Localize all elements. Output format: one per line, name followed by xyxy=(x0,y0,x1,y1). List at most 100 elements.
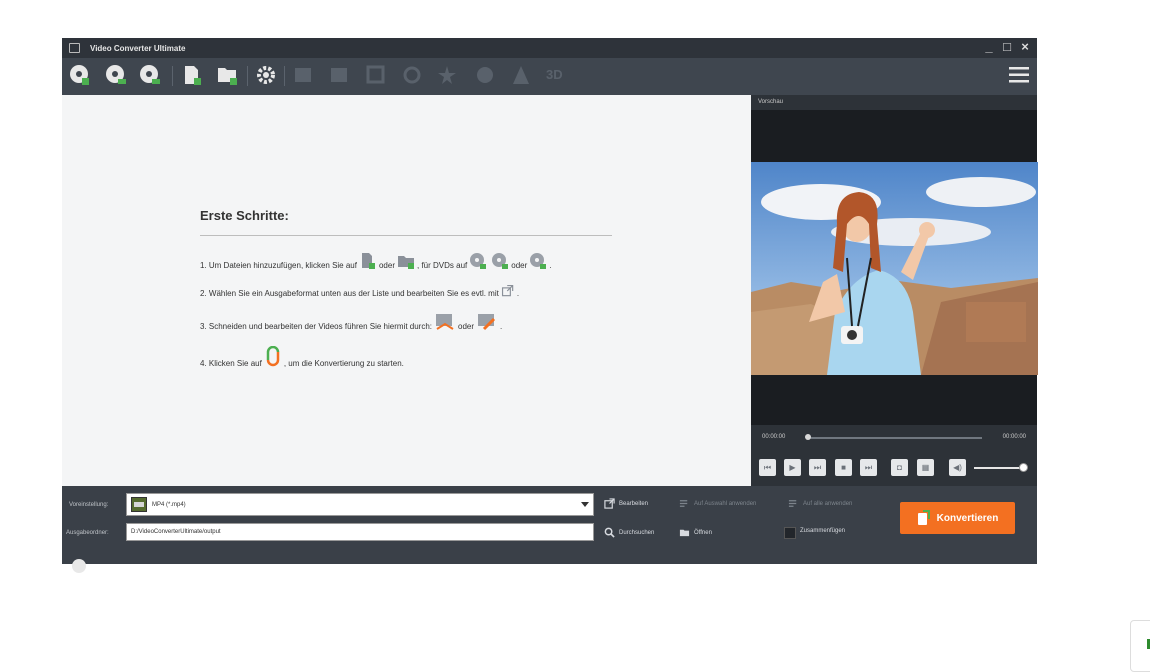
app-window: Video Converter Ultimate _ □ × 3D Erste … xyxy=(62,38,1038,573)
clip-icon xyxy=(436,314,454,330)
play-icon: ▶ xyxy=(789,463,796,472)
crop-icon xyxy=(366,65,385,84)
toolbar-separator xyxy=(247,66,248,86)
playback-progress[interactable]: 00:00:00 00:00:00 xyxy=(751,427,1037,447)
seek-bar[interactable] xyxy=(807,437,982,439)
toolbar-separator xyxy=(284,66,285,86)
apply-all-label: Auf alle anwenden xyxy=(803,500,853,507)
preview-photo xyxy=(751,162,1038,375)
previous-button[interactable]: ⏮ xyxy=(759,459,776,476)
merge-checkbox[interactable] xyxy=(784,527,796,539)
app-icon xyxy=(69,43,80,53)
convert-icon xyxy=(266,346,280,367)
next-frame-button[interactable]: ⏭ xyxy=(809,459,826,476)
preset-dropdown[interactable]: MP4 (*.mp4) xyxy=(126,493,594,516)
play-button[interactable]: ▶ xyxy=(784,459,801,476)
watermark-icon xyxy=(477,67,493,83)
merge-label-text: Zusammenfügen xyxy=(800,528,846,534)
mp4-format-icon xyxy=(131,497,147,512)
volume-button[interactable]: ◀) xyxy=(949,459,966,476)
folder-icon: ▦ xyxy=(921,463,930,472)
volume-handle[interactable] xyxy=(1018,463,1028,472)
toolbar-separator xyxy=(172,66,173,86)
load-dvd-folder-button[interactable] xyxy=(104,63,128,87)
step-4-text: 4. Klicken Sie auf xyxy=(200,359,262,368)
total-time: 00:00:00 xyxy=(1002,434,1026,440)
add-file-button[interactable] xyxy=(180,63,204,87)
preview-image xyxy=(751,162,1038,375)
settings-gear-icon xyxy=(257,66,275,84)
merge-label: Zusammenfügen xyxy=(800,528,845,534)
minimize-button[interactable]: _ xyxy=(983,40,995,54)
rotate-button xyxy=(400,63,424,87)
frame-step-icon: ⏭ xyxy=(813,463,822,472)
add-folder-icon xyxy=(218,68,237,85)
search-icon xyxy=(604,527,615,538)
playback-controls: ⏮ ▶ ⏭ ■ ⏭ ◘ ▦ ◀) xyxy=(751,457,1037,479)
text-button xyxy=(509,63,533,87)
status-indicator xyxy=(72,559,86,573)
browse-button[interactable]: Durchsuchen xyxy=(604,527,654,538)
maximize-button[interactable]: □ xyxy=(1001,40,1013,54)
step-1-or-2: oder xyxy=(511,261,528,270)
apply-selected-button[interactable]: Auf Auswahl anwenden xyxy=(679,498,756,509)
output-folder-field[interactable]: D:/VideoConverterUltimate/output xyxy=(126,523,594,541)
edit-icon xyxy=(331,68,347,82)
floating-widget[interactable] xyxy=(1130,620,1150,672)
preview-label: Vorschau xyxy=(758,99,784,105)
current-time: 00:00:00 xyxy=(762,434,786,440)
step-1-or: oder xyxy=(378,261,395,270)
divider xyxy=(200,235,612,236)
main-toolbar: 3D xyxy=(62,58,1037,95)
getting-started-title: Erste Schritte: xyxy=(200,208,289,223)
watermark-button xyxy=(473,63,497,87)
open-folder-button[interactable]: Öffnen xyxy=(679,527,712,538)
add-file-icon xyxy=(361,253,375,269)
getting-started: Erste Schritte: 1. Um Dateien hinzuzufüg… xyxy=(200,208,612,368)
convert-label: Konvertieren xyxy=(936,512,999,524)
hamburger-menu-button[interactable] xyxy=(1009,66,1029,84)
snapshot-button[interactable]: ◘ xyxy=(891,459,908,476)
preset-value: MP4 (*.mp4) xyxy=(152,502,186,508)
snapshot-folder-button[interactable]: ▦ xyxy=(917,459,934,476)
edit-preset-label: Bearbeiten xyxy=(619,500,649,507)
3d-button: 3D xyxy=(546,67,563,82)
apply-selected-label: Auf Auswahl anwenden xyxy=(694,500,757,507)
edit-preset-button[interactable]: Bearbeiten xyxy=(604,498,648,509)
chevron-down-icon xyxy=(581,502,589,507)
apply-all-button[interactable]: Auf alle anwenden xyxy=(788,498,852,509)
browse-label: Durchsuchen xyxy=(619,529,655,536)
step-2-text: 2. Wählen Sie ein Ausgabeformat unten au… xyxy=(200,289,499,298)
stop-icon: ■ xyxy=(841,463,846,472)
convert-button[interactable]: Konvertieren xyxy=(900,502,1015,534)
output-folder-value: D:/VideoConverterUltimate/output xyxy=(131,529,221,535)
stop-button[interactable]: ■ xyxy=(835,459,852,476)
rotate-icon xyxy=(403,66,421,84)
convert-icon xyxy=(917,510,930,525)
step-3: 3. Schneiden und bearbeiten der Videos f… xyxy=(200,313,502,331)
load-iso-icon xyxy=(140,65,160,84)
apply-selected-icon xyxy=(679,500,688,507)
window-title: Video Converter Ultimate xyxy=(90,44,186,53)
step-4: 4. Klicken Sie auf , um die Konvertierun… xyxy=(200,346,404,368)
forward-button[interactable]: ⏭ xyxy=(860,459,877,476)
add-folder-button[interactable] xyxy=(215,63,239,87)
crop-button xyxy=(364,63,388,87)
clip-icon xyxy=(295,68,311,82)
open-folder-label: Öffnen xyxy=(694,529,712,536)
seek-handle[interactable] xyxy=(805,434,811,440)
settings-button[interactable] xyxy=(254,63,278,87)
edit-icon xyxy=(478,314,496,331)
title-bar: Video Converter Ultimate _ □ × xyxy=(62,38,1037,58)
speaker-icon: ◀) xyxy=(953,463,962,472)
load-dvd-button[interactable] xyxy=(68,63,92,87)
file-list-area[interactable]: Erste Schritte: 1. Um Dateien hinzuzufüg… xyxy=(62,95,751,486)
load-dvd-icon xyxy=(470,253,487,269)
step-1-end: . xyxy=(549,261,552,270)
output-settings-bar: Voreinstellung: MP4 (*.mp4) Ausgabeordne… xyxy=(62,486,1037,552)
load-iso-button[interactable] xyxy=(138,63,162,87)
step-2: 2. Wählen Sie ein Ausgabeformat unten au… xyxy=(200,284,519,298)
window-controls: _ □ × xyxy=(983,40,1031,54)
close-button[interactable]: × xyxy=(1019,40,1031,54)
add-file-icon xyxy=(185,66,201,85)
